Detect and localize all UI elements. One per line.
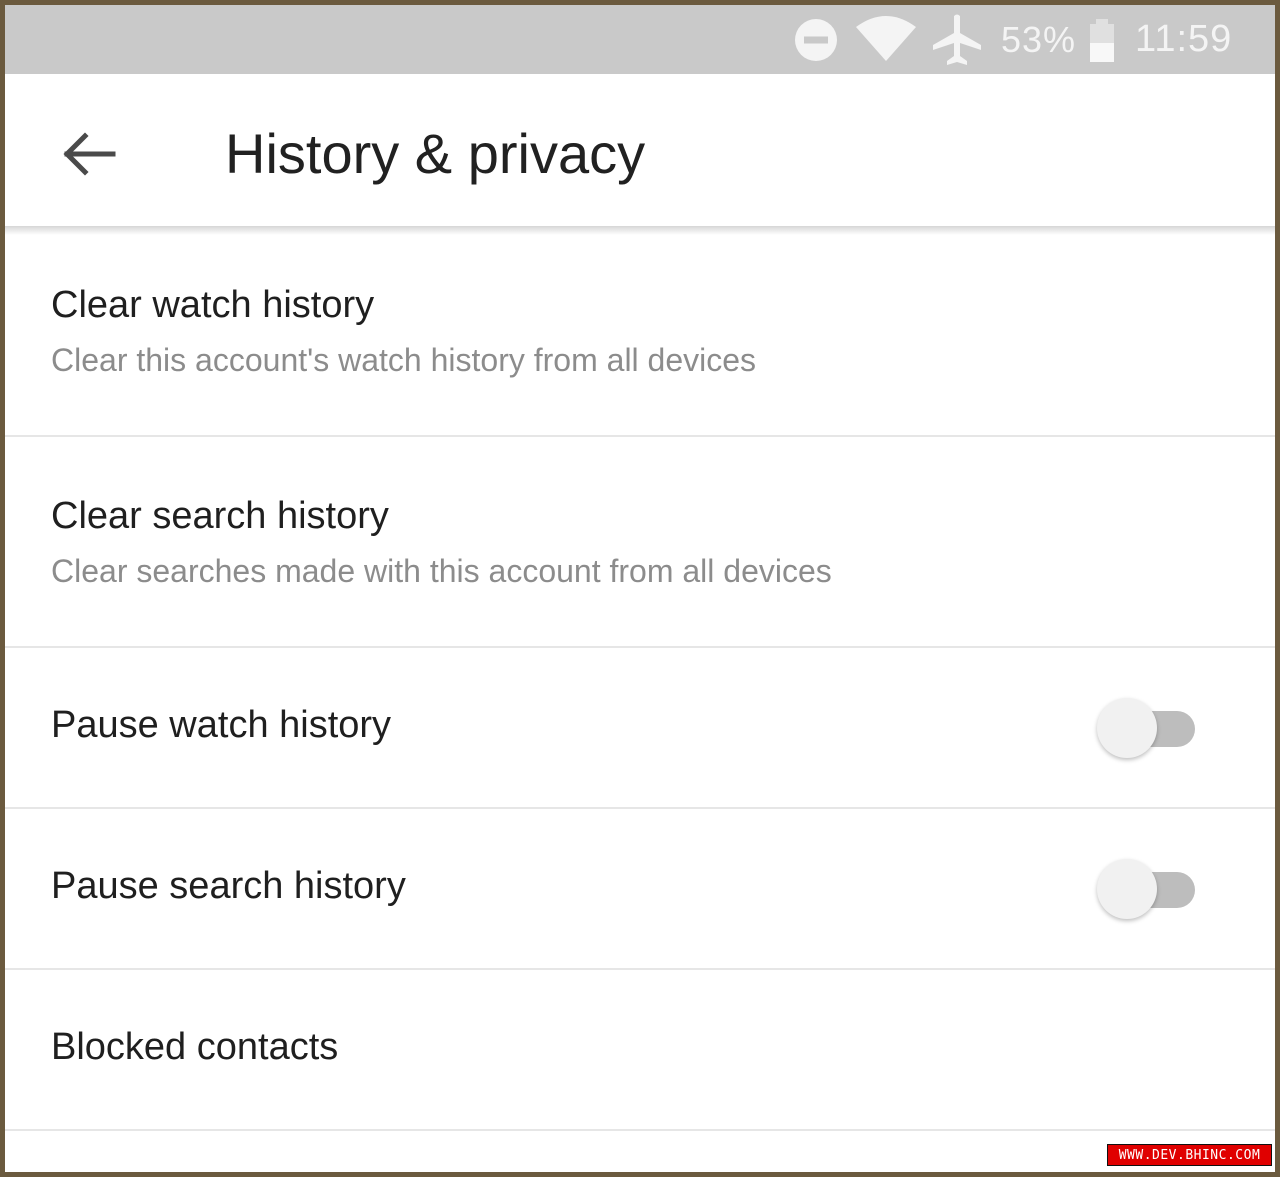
status-bar: 53% 11:59 [5, 5, 1275, 74]
pause-search-history-item[interactable]: Pause search history [5, 809, 1275, 970]
back-button[interactable] [49, 114, 129, 194]
status-clock: 11:59 [1135, 18, 1233, 60]
battery-icon [1087, 5, 1117, 74]
battery-percentage: 53% [1001, 18, 1077, 60]
setting-title: Pause watch history [51, 704, 392, 746]
app-screen: 53% 11:59 History & privacy Clear watch … [5, 5, 1275, 1172]
pause-watch-history-item[interactable]: Pause watch history [5, 648, 1275, 809]
blocked-contacts-item[interactable]: Blocked contacts [5, 970, 1275, 1131]
pause-watch-history-toggle[interactable] [1095, 697, 1199, 759]
wifi-icon [855, 5, 917, 74]
pause-search-history-toggle[interactable] [1095, 858, 1199, 920]
toggle-thumb [1097, 859, 1157, 919]
page-title: History & privacy [225, 122, 646, 185]
toggle-thumb [1097, 698, 1157, 758]
watermark: WWW.DEV.BHINC.COM [1107, 1144, 1272, 1166]
settings-list: Clear watch history Clear this account's… [5, 226, 1275, 1131]
setting-subtitle: Clear this account's watch history from … [51, 342, 757, 378]
clear-search-history-item[interactable]: Clear search history Clear searches made… [5, 437, 1275, 648]
clear-watch-history-item[interactable]: Clear watch history Clear this account's… [5, 226, 1275, 437]
setting-subtitle: Clear searches made with this account fr… [51, 553, 832, 589]
setting-title: Blocked contacts [51, 1026, 339, 1068]
arrow-left-icon [63, 132, 116, 176]
setting-title: Clear watch history [51, 284, 375, 326]
setting-title: Clear search history [51, 495, 389, 537]
do-not-disturb-icon [791, 5, 841, 74]
setting-title: Pause search history [51, 865, 406, 907]
app-bar: History & privacy [5, 74, 1275, 226]
airplane-mode-icon [929, 5, 985, 74]
